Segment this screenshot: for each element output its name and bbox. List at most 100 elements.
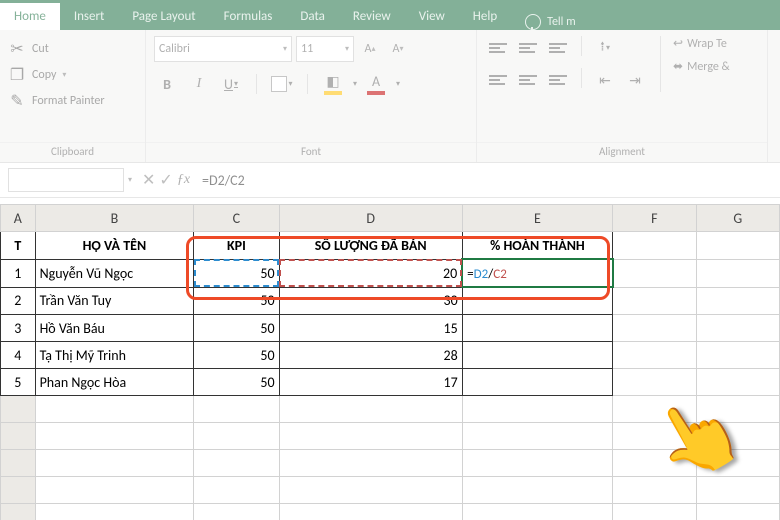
- col-header[interactable]: A: [1, 205, 36, 232]
- tab-insert[interactable]: Insert: [60, 3, 119, 30]
- cell[interactable]: KPI: [194, 232, 279, 260]
- cell[interactable]: [35, 477, 194, 504]
- cell[interactable]: [462, 450, 613, 477]
- cell[interactable]: 50: [194, 342, 279, 369]
- cell[interactable]: 4: [1, 342, 36, 369]
- decrease-indent-button[interactable]: ⇤: [592, 68, 618, 92]
- cell[interactable]: Phan Ngọc Hòa: [35, 369, 194, 396]
- cell[interactable]: [279, 477, 462, 504]
- row-header[interactable]: [1, 423, 36, 450]
- cell[interactable]: [613, 369, 696, 396]
- decrease-font-button[interactable]: A▾: [386, 37, 410, 61]
- align-center-button[interactable]: [515, 68, 541, 92]
- name-box[interactable]: [8, 168, 124, 192]
- cell[interactable]: 5: [1, 369, 36, 396]
- tab-view[interactable]: View: [405, 3, 459, 30]
- col-header[interactable]: B: [35, 205, 194, 232]
- cell[interactable]: [462, 369, 613, 396]
- cell[interactable]: [194, 396, 279, 423]
- fx-icon[interactable]: ƒx: [177, 172, 190, 188]
- font-size-select[interactable]: 11▾: [296, 36, 354, 62]
- cell[interactable]: 3: [1, 315, 36, 342]
- cell[interactable]: SỐ LƯỢNG ĐÃ BÁN: [279, 232, 462, 260]
- cell[interactable]: [696, 504, 779, 520]
- cell[interactable]: [613, 287, 696, 315]
- bold-button[interactable]: B: [154, 72, 180, 96]
- cell-d2[interactable]: 20: [279, 259, 462, 287]
- cell-e2-editing[interactable]: =D2/C2: [462, 259, 613, 287]
- cell[interactable]: [696, 342, 779, 369]
- format-painter-button[interactable]: ✎Format Painter: [8, 88, 137, 114]
- cell[interactable]: [462, 287, 613, 315]
- cell[interactable]: Nguyễn Vũ Ngọc: [35, 259, 194, 287]
- cell[interactable]: [194, 450, 279, 477]
- align-top-button[interactable]: [485, 36, 511, 60]
- col-header[interactable]: F: [613, 205, 696, 232]
- enter-icon[interactable]: ✓: [159, 170, 172, 190]
- cell[interactable]: [35, 423, 194, 450]
- cell[interactable]: [462, 396, 613, 423]
- cell[interactable]: [194, 504, 279, 520]
- cell[interactable]: [696, 232, 779, 260]
- row-header[interactable]: [1, 504, 36, 520]
- cell[interactable]: [613, 259, 696, 287]
- cell[interactable]: T: [1, 232, 36, 260]
- col-header[interactable]: G: [696, 205, 779, 232]
- cell[interactable]: [613, 232, 696, 260]
- col-header[interactable]: D: [279, 205, 462, 232]
- col-header[interactable]: C: [194, 205, 279, 232]
- cell[interactable]: [279, 423, 462, 450]
- cancel-icon[interactable]: ✕: [142, 170, 155, 190]
- row-header[interactable]: [1, 450, 36, 477]
- cell[interactable]: [279, 396, 462, 423]
- align-right-button[interactable]: [545, 68, 571, 92]
- copy-button[interactable]: ❐Copy▾: [8, 62, 137, 88]
- cell[interactable]: [613, 342, 696, 369]
- formula-input[interactable]: =D2/C2: [202, 172, 245, 189]
- tab-data[interactable]: Data: [286, 3, 339, 30]
- cell[interactable]: [194, 477, 279, 504]
- wrap-text-button[interactable]: ↩Wrap Te: [673, 36, 730, 51]
- cell[interactable]: [462, 477, 613, 504]
- tab-formulas[interactable]: Formulas: [210, 3, 287, 30]
- cell[interactable]: [696, 259, 779, 287]
- col-header[interactable]: E: [462, 205, 613, 232]
- align-bottom-button[interactable]: [545, 36, 571, 60]
- tab-page-layout[interactable]: Page Layout: [118, 3, 209, 30]
- cell[interactable]: [696, 315, 779, 342]
- orientation-button[interactable]: ⭫▾: [592, 36, 618, 60]
- cell[interactable]: 50: [194, 315, 279, 342]
- font-color-button[interactable]: A: [363, 72, 389, 96]
- cell[interactable]: [696, 287, 779, 315]
- italic-button[interactable]: I: [186, 72, 212, 96]
- cell[interactable]: 15: [279, 315, 462, 342]
- cell[interactable]: [35, 450, 194, 477]
- cell[interactable]: 28: [279, 342, 462, 369]
- cell[interactable]: 2: [1, 287, 36, 315]
- cell[interactable]: [462, 315, 613, 342]
- align-middle-button[interactable]: [515, 36, 541, 60]
- underline-button[interactable]: U▾: [218, 72, 244, 96]
- cell[interactable]: 50: [194, 369, 279, 396]
- row-header[interactable]: [1, 396, 36, 423]
- cell[interactable]: [279, 504, 462, 520]
- tab-help[interactable]: Help: [459, 3, 511, 30]
- cell[interactable]: Tạ Thị Mỹ Trinh: [35, 342, 194, 369]
- cell[interactable]: [613, 315, 696, 342]
- cell[interactable]: [462, 423, 613, 450]
- fill-color-button[interactable]: ◧: [320, 72, 346, 96]
- cell[interactable]: [35, 504, 194, 520]
- cell[interactable]: % HOÀN THÀNH: [462, 232, 613, 260]
- cell[interactable]: [279, 450, 462, 477]
- increase-font-button[interactable]: A▴: [358, 37, 382, 61]
- tab-review[interactable]: Review: [339, 3, 405, 30]
- cell[interactable]: 50: [194, 287, 279, 315]
- align-left-button[interactable]: [485, 68, 511, 92]
- cell[interactable]: [35, 396, 194, 423]
- cell[interactable]: 30: [279, 287, 462, 315]
- cell[interactable]: [613, 504, 696, 520]
- cell[interactable]: Hồ Văn Báu: [35, 315, 194, 342]
- cell[interactable]: [462, 504, 613, 520]
- row-header[interactable]: [1, 477, 36, 504]
- cell[interactable]: [462, 342, 613, 369]
